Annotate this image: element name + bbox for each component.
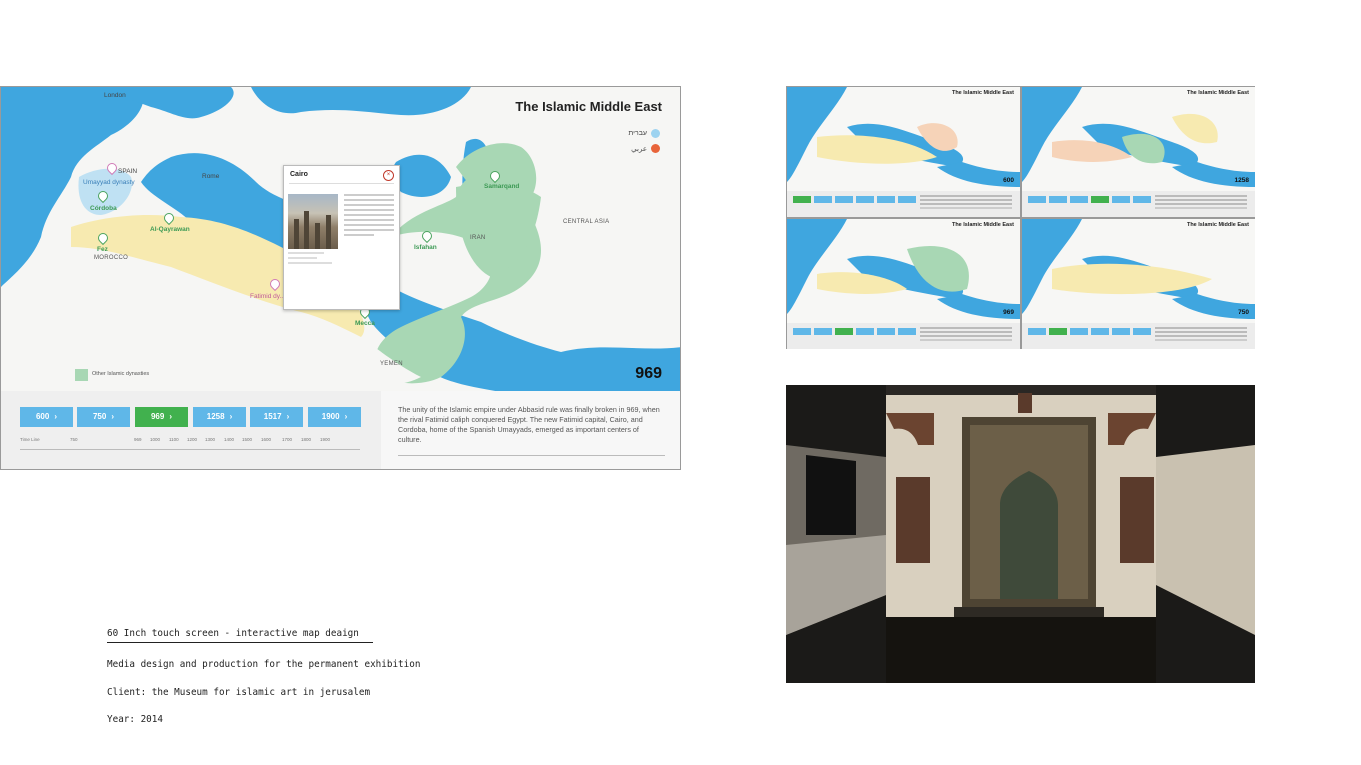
- period-button-969[interactable]: 969 ›: [135, 407, 188, 427]
- label-morocco: MOROCCO: [94, 255, 129, 261]
- close-icon[interactable]: ×: [383, 170, 394, 181]
- time-line-slider[interactable]: Time Line 750 969 1000 1100 1200 1300 14…: [20, 435, 360, 450]
- thumbnail-year: 969: [1003, 309, 1014, 316]
- label-yemen: YEMEN: [380, 361, 403, 367]
- thumbnail-title: The Islamic Middle East: [951, 90, 1014, 96]
- thumbnail-map: [787, 219, 1020, 319]
- tick-label: 1300: [205, 437, 216, 442]
- thumbnail-timebar: [787, 323, 1020, 349]
- thumbnail-969: The Islamic Middle East 969: [787, 219, 1020, 349]
- description-divider: [398, 455, 665, 456]
- map-title: The Islamic Middle East: [515, 99, 662, 114]
- caption-heading: 60 Inch touch screen - interactive map d…: [107, 628, 359, 639]
- tick-label: 1000: [150, 437, 161, 442]
- tick-label: 1500: [242, 437, 253, 442]
- tick-label: 1900: [320, 437, 331, 442]
- thumbnail-map: [787, 87, 1020, 187]
- label-spain: SPAIN: [118, 168, 138, 175]
- period-button-750[interactable]: 750 ›: [77, 407, 130, 427]
- language-hebrew-label: עברית: [628, 130, 647, 137]
- tick-label: 1200: [187, 437, 198, 442]
- period-button-label: 1517: [263, 412, 282, 421]
- label-cordoba: Córdoba: [90, 205, 117, 212]
- caption-year: Year: 2014: [107, 714, 163, 725]
- period-button-label: 1900: [321, 412, 340, 421]
- caption-underline: [107, 642, 373, 643]
- label-fatimid: Fatimid dy...: [250, 293, 285, 300]
- thumbnail-title: The Islamic Middle East: [951, 222, 1014, 228]
- popup-image: [288, 194, 338, 249]
- caption-client: Client: the Museum for islamic art in je…: [107, 687, 371, 698]
- label-qayrawan: Al-Qayrawan: [150, 226, 190, 233]
- label-mecca: Mecca: [355, 320, 375, 327]
- tick-label: 1700: [282, 437, 293, 442]
- label-fez: Fez: [97, 246, 108, 253]
- period-description-panel: The unity of the Islamic empire under Ab…: [381, 391, 680, 469]
- period-button-label: 600: [35, 412, 50, 421]
- label-london: London: [104, 92, 126, 99]
- time-line-label: Time Line: [20, 437, 40, 442]
- interactive-map-screen: The Islamic Middle East עברית عربي Londo…: [0, 86, 681, 470]
- city-popup: Cairo ×: [283, 165, 400, 310]
- period-button-label: 1258: [206, 412, 225, 421]
- thumbnail-750: The Islamic Middle East 750: [1022, 219, 1255, 349]
- thumbnail-year: 750: [1238, 309, 1249, 316]
- label-samarqand: Samarqand: [484, 183, 520, 190]
- tick-label: 1800: [301, 437, 312, 442]
- timeline-panel: 600 › 750 › 969 › 1258 › 1517 › 1900 › Time Li…: [1, 391, 680, 469]
- thumbnail-year: 1258: [1234, 177, 1249, 184]
- label-umayyad: Umayyad dynasty: [83, 179, 135, 186]
- tick-label: 1400: [224, 437, 235, 442]
- tick-label: 1600: [261, 437, 272, 442]
- language-hebrew-icon[interactable]: [651, 129, 660, 138]
- map-variations-grid: The Islamic Middle East 600 The Islamic …: [786, 86, 1255, 349]
- period-button-1900[interactable]: 1900 ›: [308, 407, 361, 427]
- label-rome: Rome: [202, 173, 220, 180]
- label-isfahan: Isfahan: [414, 244, 437, 251]
- tick-label: 1100: [169, 437, 179, 442]
- thumbnail-timebar: [1022, 323, 1255, 349]
- period-button-1258[interactable]: 1258 ›: [193, 407, 246, 427]
- language-arabic-icon[interactable]: [651, 144, 660, 153]
- thumbnail-map: [1022, 87, 1255, 187]
- legend-label: Other Islamic dynasties: [92, 371, 150, 377]
- period-button-label: 750: [92, 412, 107, 421]
- exhibition-photo-drawing: [786, 385, 1255, 683]
- period-button-600[interactable]: 600 ›: [20, 407, 73, 427]
- thumbnail-timebar: [787, 191, 1020, 217]
- thumbnail-title: The Islamic Middle East: [1186, 222, 1249, 228]
- language-hebrew[interactable]: עברית: [628, 129, 660, 138]
- thumbnail-year: 600: [1003, 177, 1014, 184]
- caption-media: Media design and production for the perm…: [107, 659, 421, 670]
- thumbnail-timebar: [1022, 191, 1255, 217]
- current-year: 969: [635, 365, 662, 382]
- popup-divider: [289, 183, 394, 184]
- thumbnail-title: The Islamic Middle East: [1186, 90, 1249, 96]
- tick-label: 750: [70, 437, 78, 442]
- period-description: The unity of the Islamic empire under Ab…: [398, 405, 660, 444]
- language-arabic[interactable]: عربي: [631, 144, 660, 153]
- legend-swatch: [75, 369, 88, 381]
- period-button-1517[interactable]: 1517 ›: [250, 407, 303, 427]
- thumbnail-map: [1022, 219, 1255, 319]
- thumbnail-600: The Islamic Middle East 600: [787, 87, 1020, 217]
- exhibition-photo: [786, 385, 1255, 683]
- language-arabic-label: عربي: [631, 145, 647, 153]
- label-central-asia: CENTRAL ASIA: [563, 219, 610, 225]
- period-button-label: 969: [150, 412, 165, 421]
- tick-label: 969: [134, 437, 142, 442]
- label-iran: IRAN: [470, 235, 486, 241]
- popup-title: Cairo: [290, 171, 308, 178]
- popup-caption: [288, 252, 340, 267]
- popup-text-block: [344, 194, 394, 239]
- thumbnail-1258: The Islamic Middle East 1258: [1022, 87, 1255, 217]
